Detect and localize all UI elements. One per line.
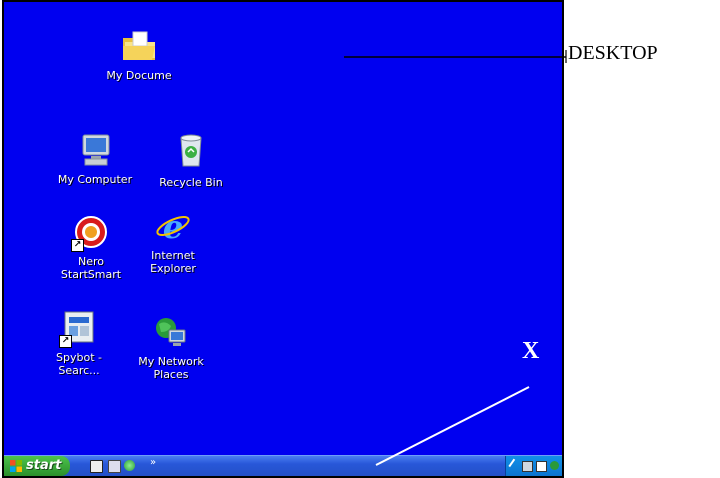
annotation-lines (344, 50, 567, 466)
taskbar-pointer-line (375, 386, 530, 466)
desktop-annotation-label: DESKTOP (568, 42, 658, 64)
x-annotation-label: X (522, 338, 540, 364)
